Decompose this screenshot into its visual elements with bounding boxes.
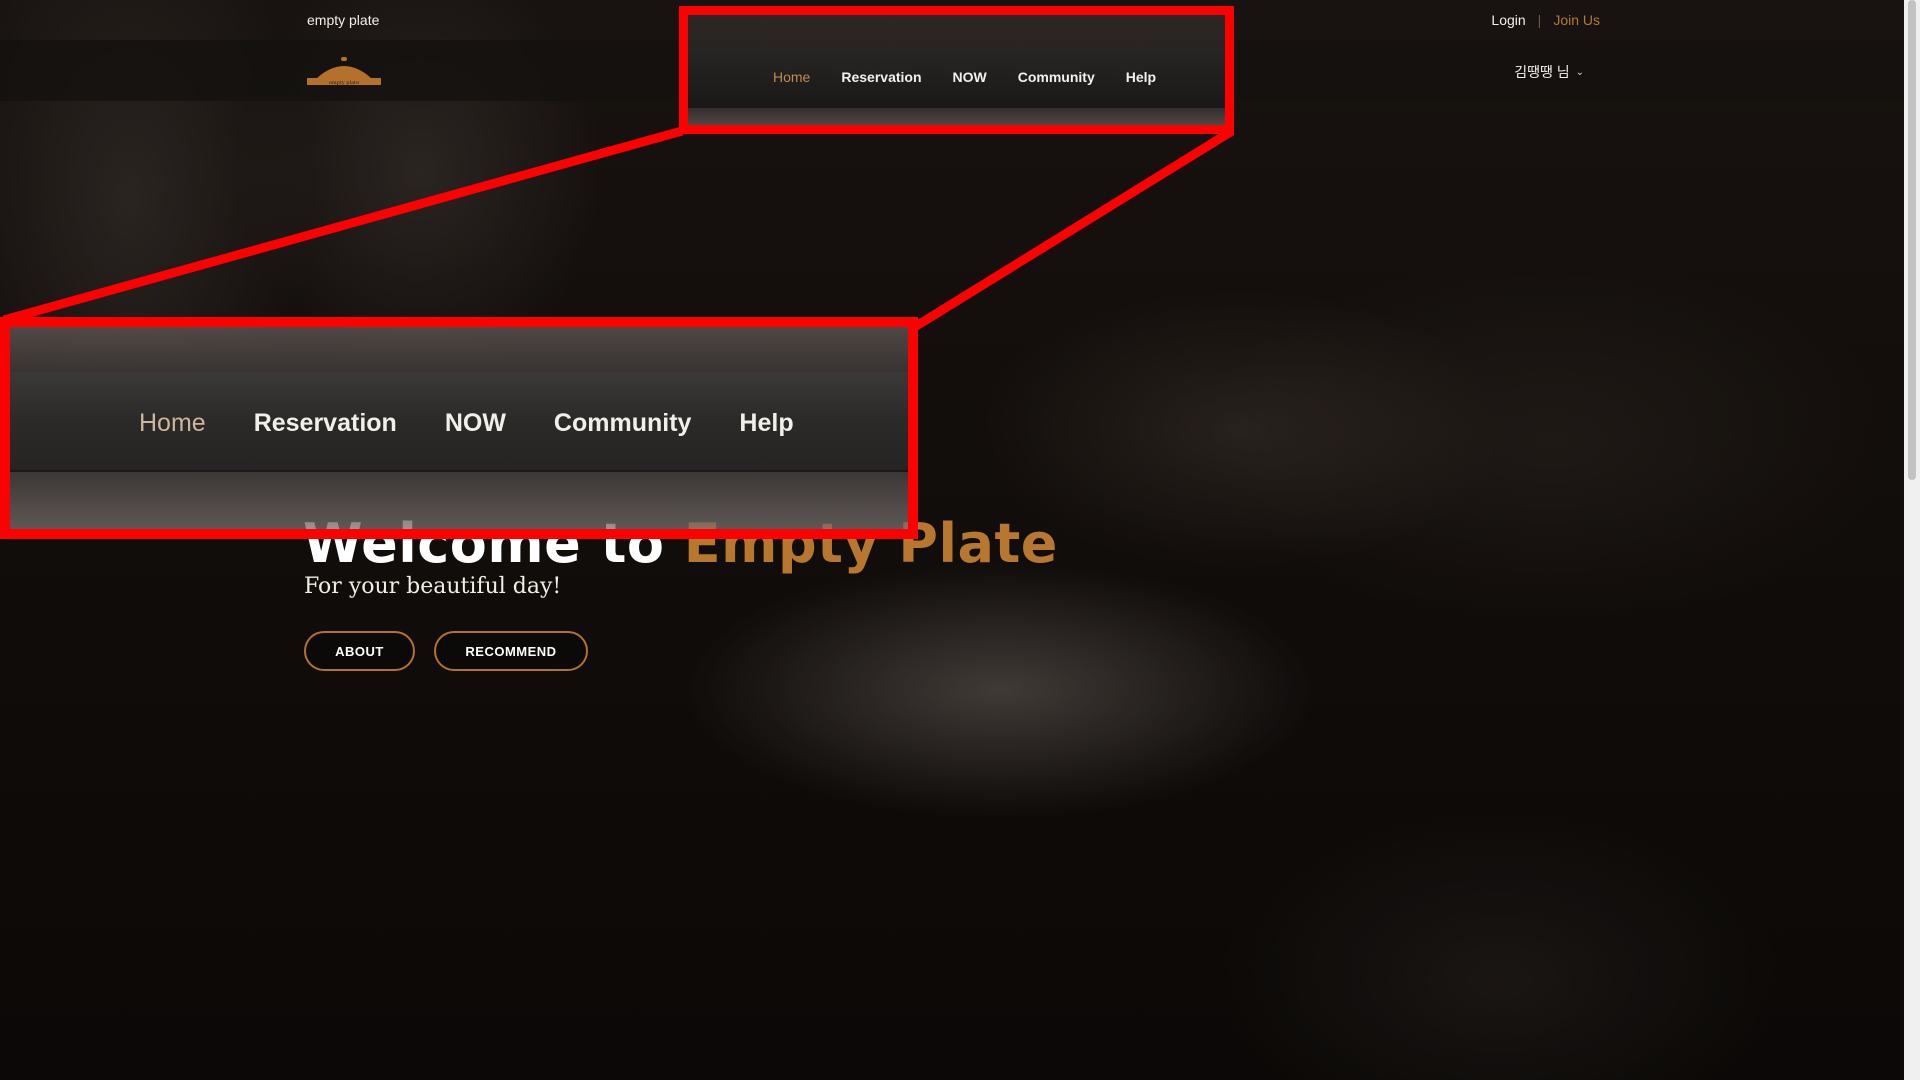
- highlight-nav-home[interactable]: Home: [773, 69, 810, 85]
- nav-highlight-box: Home Reservation NOW Community Help: [679, 6, 1234, 134]
- zoom-nav-home: Home: [139, 409, 206, 437]
- zoom-nav-menu: Home Reservation NOW Community Help: [139, 409, 794, 438]
- highlight-nav-menu: Home Reservation NOW Community Help: [773, 69, 1156, 85]
- zoom-nav-community: Community: [553, 409, 692, 437]
- callout-line-right: [910, 127, 1235, 332]
- nav-zoom-box: Home Reservation NOW Community Help: [0, 317, 918, 539]
- highlight-nav-now[interactable]: NOW: [953, 69, 987, 85]
- highlight-nav-reservation[interactable]: Reservation: [841, 69, 921, 85]
- zoom-nav-now: NOW: [444, 409, 506, 437]
- scrollbar[interactable]: [1904, 0, 1920, 1080]
- scrollbar-thumb[interactable]: [1908, 0, 1916, 480]
- callout-line-left: [2, 126, 684, 325]
- highlight-nav-help[interactable]: Help: [1126, 69, 1156, 85]
- highlight-nav-community[interactable]: Community: [1018, 69, 1095, 85]
- page: Welcome to Empty Plate For your beautifu…: [0, 0, 1920, 1080]
- zoom-nav-help: Help: [739, 409, 794, 437]
- zoom-nav-reservation: Reservation: [253, 409, 397, 437]
- callout-lines: [2, 126, 1235, 332]
